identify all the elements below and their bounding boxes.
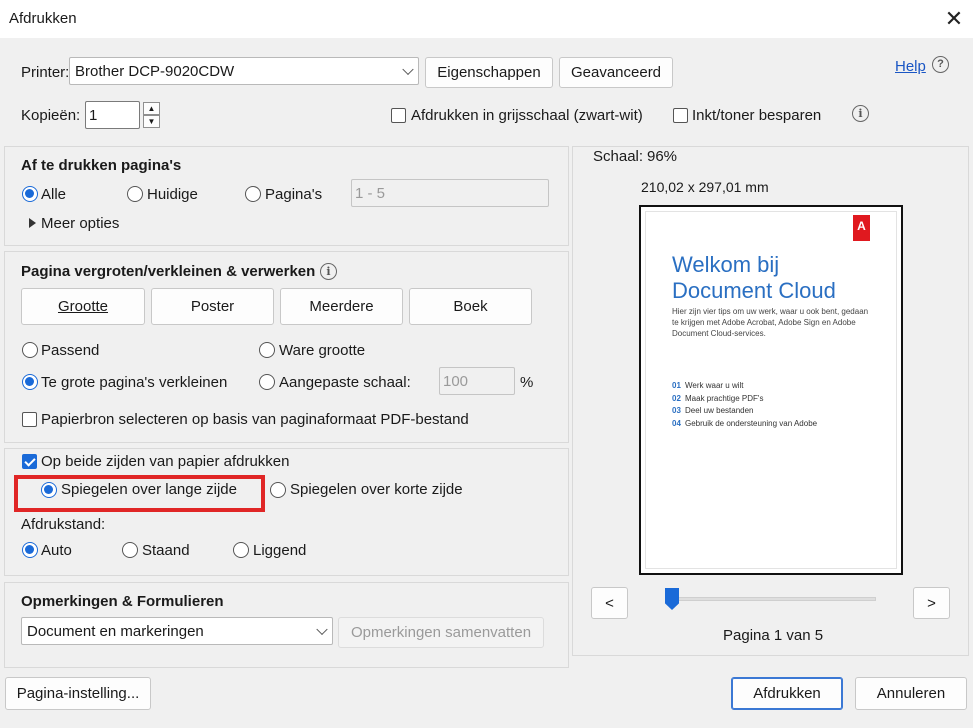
scale-label: Schaal: — [593, 148, 644, 165]
properties-button[interactable]: Eigenschappen — [425, 57, 553, 88]
custom-scale-input[interactable]: 100 — [439, 367, 515, 395]
copies-down-button[interactable]: ▼ — [143, 115, 160, 128]
flip-short-radio[interactable] — [270, 482, 286, 498]
pages-current-label: Huidige — [147, 186, 198, 203]
help-question-icon[interactable]: ? — [932, 56, 949, 73]
orientation-auto-radio[interactable] — [22, 542, 38, 558]
page-slider-track[interactable] — [666, 597, 876, 601]
orientation-landscape-radio[interactable] — [233, 542, 249, 558]
window-title: Afdrukken — [9, 10, 77, 27]
orientation-label: Afdrukstand: — [21, 516, 106, 533]
fit-radio[interactable] — [22, 342, 38, 358]
fit-label: Passend — [41, 342, 100, 359]
copies-up-button[interactable]: ▲ — [143, 102, 160, 115]
pages-current-radio[interactable] — [127, 186, 143, 202]
custom-scale-label: Aangepaste schaal: — [279, 374, 411, 391]
printer-selected: Brother DCP-9020CDW — [75, 62, 235, 80]
comments-select[interactable]: Document en markeringen — [21, 617, 333, 645]
info-icon[interactable]: i — [852, 105, 869, 122]
paper-dimensions: 210,02 x 297,01 mm — [641, 179, 769, 195]
summarize-comments-button[interactable]: Opmerkingen samenvatten — [338, 617, 544, 648]
triangle-right-icon[interactable] — [29, 218, 36, 228]
pages-range-input[interactable]: 1 - 5 — [351, 179, 549, 207]
chevron-down-icon — [402, 63, 414, 76]
tab-size[interactable]: Grootte — [21, 288, 145, 325]
print-button[interactable]: Afdrukken — [731, 677, 843, 710]
flip-short-label: Spiegelen over korte zijde — [290, 481, 463, 498]
more-options-link[interactable]: Meer opties — [41, 215, 119, 232]
tab-multiple[interactable]: Meerdere — [280, 288, 403, 325]
orientation-portrait-radio[interactable] — [122, 542, 138, 558]
orientation-landscape-label: Liggend — [253, 542, 307, 559]
list-item: 02 Maak prachtige PDF's — [672, 393, 764, 403]
printer-select[interactable]: Brother DCP-9020CDW — [69, 57, 419, 85]
both-sides-label: Op beide zijden van papier afdrukken — [41, 453, 290, 470]
actual-size-label: Ware grootte — [279, 342, 366, 359]
save-ink-checkbox[interactable] — [673, 108, 688, 123]
shrink-label: Te grote pagina's verkleinen — [41, 374, 228, 391]
advanced-button[interactable]: Geavanceerd — [559, 57, 673, 88]
help-link[interactable]: Help — [895, 58, 926, 75]
pages-heading: Af te drukken pagina's — [21, 157, 182, 174]
paper-source-label: Papierbron selecteren op basis van pagin… — [41, 411, 469, 428]
orientation-portrait-label: Staand — [142, 542, 190, 559]
doc-intro: Hier zijn vier tips om uw werk, waar u o… — [672, 307, 869, 338]
doc-title: Welkom bij Document Cloud — [672, 252, 836, 303]
page-setup-button[interactable]: Pagina-instelling... — [5, 677, 151, 710]
flip-long-label: Spiegelen over lange zijde — [61, 481, 237, 498]
page-indicator: Pagina 1 van 5 — [723, 627, 824, 644]
chevron-down-icon — [316, 623, 328, 636]
close-icon[interactable]: ✕ — [941, 6, 967, 32]
pages-all-radio[interactable] — [22, 186, 38, 202]
orientation-auto-label: Auto — [41, 542, 72, 559]
save-ink-label: Inkt/toner besparen — [692, 107, 822, 124]
printer-label: Printer: — [21, 64, 70, 81]
list-item: 01 Werk waar u wilt — [672, 381, 744, 390]
title-bar — [0, 0, 973, 38]
list-item: 04 Gebruik de ondersteuning van Adobe — [672, 418, 818, 428]
actual-size-radio[interactable] — [259, 342, 275, 358]
grayscale-checkbox[interactable] — [391, 108, 406, 123]
next-page-button[interactable]: > — [913, 587, 950, 619]
tab-booklet[interactable]: Boek — [409, 288, 532, 325]
paper-source-checkbox[interactable] — [22, 412, 37, 427]
pages-range-label: Pagina's — [265, 186, 323, 203]
list-item: 03 Deel uw bestanden — [672, 406, 754, 415]
cancel-button[interactable]: Annuleren — [855, 677, 967, 710]
pages-range-radio[interactable] — [245, 186, 261, 202]
copies-input[interactable]: 1 — [85, 101, 140, 129]
info-icon[interactable]: i — [320, 263, 337, 280]
scaling-heading: Pagina vergroten/verkleinen & verwerken — [21, 263, 316, 280]
comments-selected: Document en markeringen — [27, 622, 204, 640]
custom-scale-radio[interactable] — [259, 374, 275, 390]
flip-long-radio[interactable] — [41, 482, 57, 498]
percent-label: % — [520, 374, 534, 391]
grayscale-label: Afdrukken in grijsschaal (zwart-wit) — [411, 107, 643, 124]
comments-heading: Opmerkingen & Formulieren — [21, 593, 224, 610]
scale-value: 96% — [647, 148, 678, 165]
shrink-radio[interactable] — [22, 374, 38, 390]
tab-poster[interactable]: Poster — [151, 288, 274, 325]
prev-page-button[interactable]: < — [591, 587, 628, 619]
both-sides-checkbox[interactable] — [22, 454, 37, 469]
pages-all-label: Alle — [41, 186, 67, 203]
doc-list: 01 Werk waar u wilt 02 Maak prachtige PDF'… — [672, 380, 872, 430]
adobe-logo: A — [853, 215, 870, 241]
copies-label: Kopieën: — [21, 107, 81, 124]
